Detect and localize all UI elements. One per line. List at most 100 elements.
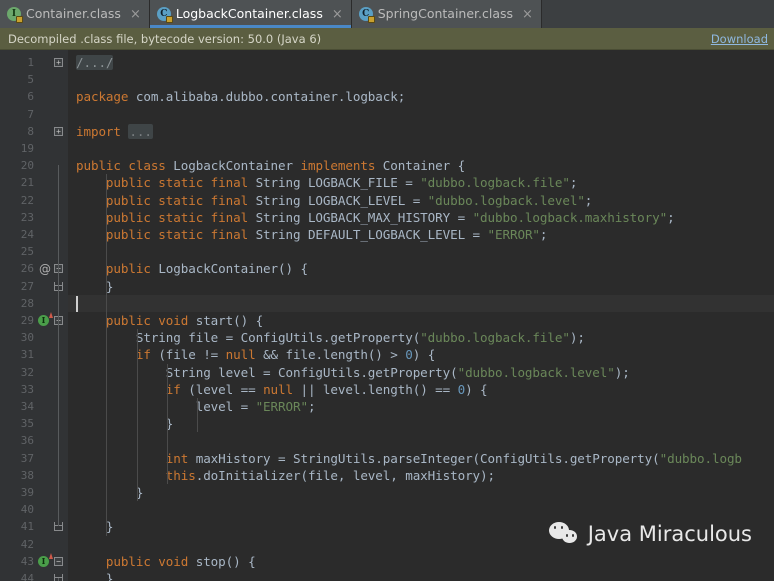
token-kw: public class <box>76 158 174 174</box>
download-sources-link[interactable]: Download <box>711 32 770 46</box>
code-line[interactable]: /.../ <box>68 54 774 71</box>
line-number: 38 <box>20 468 34 482</box>
implementing-method-icon[interactable]: I <box>38 552 53 567</box>
code-text: } <box>76 570 114 581</box>
token-plain: level = <box>76 399 256 414</box>
code-line[interactable]: } <box>68 278 774 295</box>
gutter-row[interactable]: 19 <box>0 140 68 157</box>
editor-text-area[interactable]: /.../ package com.alibaba.dubbo.container… <box>68 50 774 581</box>
token-plain: ); <box>614 364 630 380</box>
token-kw: implements <box>300 158 383 174</box>
code-line[interactable] <box>68 243 774 260</box>
code-line[interactable] <box>68 536 774 553</box>
code-line[interactable]: public static final String LOGBACK_MAX_H… <box>68 209 774 226</box>
code-text: public void stop() { <box>76 553 256 570</box>
code-line[interactable]: String file = ConfigUtils.getProperty("d… <box>68 329 774 346</box>
token-kw: package <box>76 89 136 105</box>
gutter-row[interactable]: 42 <box>0 536 68 553</box>
code-line[interactable]: public static final String LOGBACK_LEVEL… <box>68 192 774 209</box>
code-text: public class LogbackContainer implements… <box>76 157 465 174</box>
close-icon[interactable]: × <box>332 8 343 21</box>
token-plain: String LOGBACK_LEVEL = <box>255 192 428 208</box>
token-str: "dubbo.logback.level" <box>427 192 585 208</box>
editor-tab-2[interactable]: C SpringContainer.class × <box>351 0 542 28</box>
code-text: /.../ <box>76 54 114 71</box>
editor-tab-1[interactable]: C LogbackContainer.class × <box>149 0 352 28</box>
decompiler-notification-bar: Decompiled .class file, bytecode version… <box>0 28 774 50</box>
gutter-row[interactable]: 6 <box>0 88 68 105</box>
line-number: 34 <box>20 400 34 413</box>
code-line[interactable]: public void stop() { <box>68 553 774 570</box>
line-number: 39 <box>20 486 34 499</box>
code-line[interactable]: import ... <box>68 123 774 140</box>
code-line[interactable]: package com.alibaba.dubbo.container.logb… <box>68 88 774 105</box>
code-line[interactable] <box>68 106 774 123</box>
code-line[interactable]: public LogbackContainer() { <box>68 260 774 277</box>
gutter-row[interactable]: 1 + <box>0 54 68 71</box>
code-line[interactable]: } <box>68 518 774 535</box>
token-kw: public static final <box>76 192 256 208</box>
token-plain: LogbackContainer <box>173 158 301 174</box>
token-plain: ) { <box>465 381 488 397</box>
token-kw: null <box>225 347 264 363</box>
line-number: 40 <box>20 503 34 517</box>
token-plain: && file.length() > <box>263 347 406 363</box>
lock-icon <box>165 16 173 23</box>
line-number: 44 <box>20 572 34 581</box>
code-line[interactable] <box>68 71 774 88</box>
line-number: 25 <box>20 245 34 259</box>
line-number: 28 <box>20 296 34 310</box>
code-line[interactable]: public void start() { <box>68 312 774 329</box>
token-plain: ; <box>539 227 548 242</box>
code-editor[interactable]: 1+5678+1920212223242526@−272829I−3031323… <box>0 50 774 581</box>
editor-gutter[interactable]: 1+5678+1920212223242526@−272829I−3031323… <box>0 50 68 581</box>
code-line[interactable]: } <box>68 570 774 581</box>
fold-expand-icon[interactable]: + <box>54 126 63 136</box>
annotation-marker-icon[interactable]: @ <box>38 262 52 276</box>
editor-tab-0[interactable]: I Container.class × <box>0 0 150 28</box>
gutter-row[interactable]: 8 + <box>0 123 68 140</box>
code-line[interactable]: String level = ConfigUtils.getProperty("… <box>68 364 774 381</box>
token-kw: if <box>76 347 159 363</box>
close-icon[interactable]: × <box>130 8 141 21</box>
token-str: "dubbo.logb <box>659 450 742 466</box>
implementing-method-icon[interactable]: I <box>38 312 53 326</box>
token-plain: String LOGBACK_MAX_HISTORY = <box>255 209 473 225</box>
code-line[interactable]: public class LogbackContainer implements… <box>68 157 774 174</box>
code-text: public static final String LOGBACK_MAX_H… <box>76 209 675 226</box>
code-line[interactable]: if (level == null || level.length() == 0… <box>68 381 774 398</box>
token-plain: ; <box>667 209 675 225</box>
code-line[interactable]: public static final String DEFAULT_LOGBA… <box>68 226 774 243</box>
line-number: 21 <box>20 176 34 190</box>
line-number: 41 <box>20 520 34 534</box>
token-plain: LogbackContainer() { <box>158 261 308 277</box>
code-line[interactable] <box>68 432 774 449</box>
code-line[interactable]: this.doInitializer(file, level, maxHisto… <box>68 467 774 484</box>
fold-expand-icon[interactable]: − <box>54 556 63 566</box>
interface-icon: I <box>7 7 23 23</box>
code-line[interactable]: } <box>68 484 774 501</box>
indent-guide <box>136 329 138 502</box>
code-line[interactable]: if (file != null && file.length() > 0) { <box>68 346 774 363</box>
token-plain: start() { <box>195 313 264 328</box>
code-text: } <box>76 278 114 295</box>
code-line[interactable] <box>68 294 774 312</box>
editor-tab-bar: I Container.class × C LogbackContainer.class… <box>0 0 774 28</box>
code-line[interactable]: } <box>68 415 774 432</box>
text-caret <box>76 295 78 312</box>
gutter-row[interactable]: 5 <box>0 71 68 88</box>
fold-rail <box>58 285 59 303</box>
token-plain: || level.length() == <box>300 381 458 397</box>
code-line[interactable]: int maxHistory = StringUtils.parseIntege… <box>68 450 774 467</box>
fold-expand-icon[interactable]: + <box>54 58 63 67</box>
code-line[interactable] <box>68 140 774 157</box>
close-icon[interactable]: × <box>522 8 533 21</box>
code-text: } <box>76 415 174 432</box>
code-line[interactable]: public static final String LOGBACK_FILE … <box>68 174 774 191</box>
gutter-row[interactable]: 43 I − <box>0 552 68 570</box>
code-line[interactable]: level = "ERROR"; <box>68 398 774 415</box>
gutter-row[interactable]: 7 <box>0 106 68 123</box>
token-str: "dubbo.logback.file" <box>420 330 570 346</box>
code-line[interactable] <box>68 501 774 518</box>
token-str: "dubbo.logback.file" <box>420 175 570 191</box>
